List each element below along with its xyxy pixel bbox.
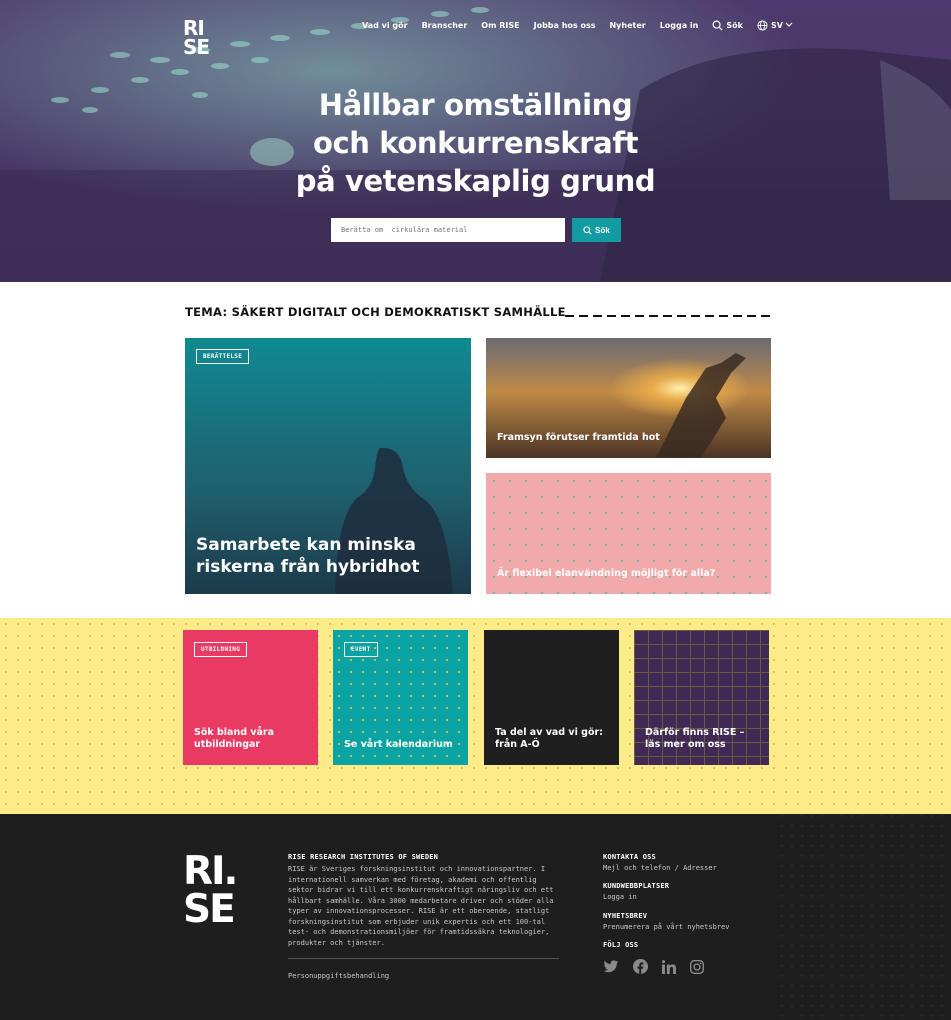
footer-dot-pattern <box>780 814 951 1020</box>
tile-a-o[interactable]: Ta del av vad vi gör: från A-Ö <box>484 630 619 765</box>
tile-title: Se vårt kalendarium <box>344 739 453 750</box>
footer-newsletter-link[interactable]: Prenumerera på vårt nyhetsbrev <box>603 922 729 933</box>
tile-title: Därför finns RISE – läs mer om oss <box>645 727 745 750</box>
nav-item-jobba-hos-oss[interactable]: Jobba hos oss <box>534 21 596 30</box>
footer-newsletter-heading: NYHETSBREV <box>603 912 648 920</box>
theme-heading-divider <box>565 315 771 317</box>
search-icon <box>583 225 592 235</box>
tile-title: Sök bland våra utbildningar <box>194 727 275 750</box>
nav-search-button[interactable]: Sök <box>712 20 743 31</box>
nav-item-branscher[interactable]: Branscher <box>422 21 468 30</box>
tile-tag: EVENT <box>344 642 378 657</box>
footer-divider <box>288 958 559 959</box>
twitter-icon[interactable] <box>603 959 619 978</box>
footer-contact-heading: KONTAKTA OSS <box>603 853 656 861</box>
language-selector[interactable]: SV <box>757 19 793 31</box>
rise-logo[interactable]: RI SE <box>183 18 215 59</box>
main-navigation: Vad vi gör Branscher Om RISE Jobba hos o… <box>362 17 793 33</box>
footer-rise-logo[interactable]: RI. SE <box>183 852 245 933</box>
tile-tag: UTBILDNING <box>194 642 248 657</box>
theme-card-hybridhot[interactable]: BERÄTTELSE Samarbete kan minska riskerna… <box>185 338 471 594</box>
card-title: Framsyn förutser framtida hot <box>497 432 660 443</box>
hero-search-button[interactable]: Sök <box>572 218 621 242</box>
footer-login-link[interactable]: Logga in <box>603 892 637 903</box>
quick-links-section <box>0 618 951 814</box>
tile-om-rise[interactable]: Därför finns RISE – läs mer om oss <box>634 630 769 765</box>
facebook-icon[interactable] <box>633 959 648 978</box>
tile-kalendarium[interactable]: EVENT Se vårt kalendarium <box>333 630 468 765</box>
footer-contact-link[interactable]: Mejl och telefon / Adresser <box>603 863 717 874</box>
hero-title: Hållbar omställning och konkurrenskraft … <box>295 88 656 198</box>
nav-item-vad-vi-gor[interactable]: Vad vi gör <box>362 21 408 30</box>
tile-utbildningar[interactable]: UTBILDNING Sök bland våra utbildningar <box>183 630 318 765</box>
tile-title: Ta del av vad vi gör: från A-Ö <box>495 727 603 750</box>
footer-follow-heading: FÖLJ OSS <box>603 941 639 949</box>
globe-icon <box>757 19 768 31</box>
nav-item-nyheter[interactable]: Nyheter <box>609 21 645 30</box>
footer-org-text: RISE är Sveriges forskningsinstitut och … <box>288 865 554 947</box>
search-icon <box>712 20 723 31</box>
card-tag: BERÄTTELSE <box>196 349 250 364</box>
theme-card-framsyn[interactable]: Framsyn förutser framtida hot <box>486 338 771 458</box>
theme-card-elanvandning[interactable]: Är flexibel elanvändning möjligt för all… <box>486 473 771 594</box>
card-title: Samarbete kan minska riskerna från hybri… <box>196 535 420 577</box>
hero-section: RI SE Vad vi gör Branscher Om RISE Jobba … <box>0 0 951 282</box>
nav-item-om-rise[interactable]: Om RISE <box>481 21 519 30</box>
instagram-icon[interactable] <box>690 959 704 978</box>
footer-org-title: RISE RESEARCH INSTITUTES OF SWEDEN <box>288 853 439 861</box>
chevron-down-icon <box>785 22 793 27</box>
nav-search-label: Sök <box>726 20 743 30</box>
footer-privacy-link[interactable]: Personuppgiftsbehandling <box>288 971 389 982</box>
hero-search-input[interactable] <box>331 218 565 242</box>
social-links <box>603 959 704 978</box>
language-label: SV <box>770 20 783 30</box>
linkedin-icon[interactable] <box>661 959 676 978</box>
footer-customer-heading: KUNDWEBBPLATSER <box>603 882 670 890</box>
hero-search-button-label: Sök <box>595 225 610 235</box>
card-title: Är flexibel elanvändning möjligt för all… <box>497 568 716 579</box>
theme-heading: TEMA: SÄKERT DIGITALT OCH DEMOKRATISKT S… <box>185 305 566 319</box>
nav-item-logga-in[interactable]: Logga in <box>660 21 699 30</box>
